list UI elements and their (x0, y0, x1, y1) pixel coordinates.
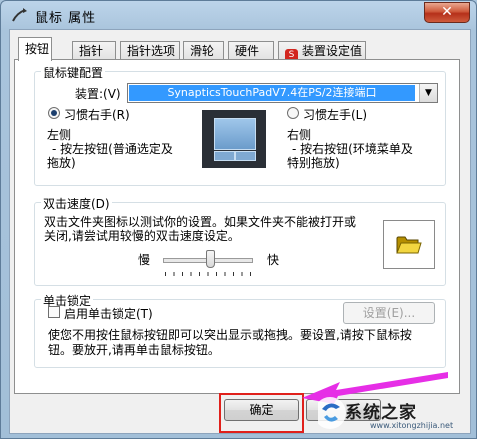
speed-slider-ticks (165, 272, 251, 276)
left-side-desc-2: 拖放) (47, 156, 76, 170)
tab-pointer-options[interactable]: 指针选项 (120, 41, 180, 59)
button-config-title: 鼠标键配置 (41, 64, 106, 81)
close-button[interactable]: ✕ (424, 2, 470, 23)
tab-hardware[interactable]: 硬件 (228, 41, 274, 59)
tab-pointers[interactable]: 指针 (72, 41, 116, 59)
device-dropdown-value: SynapticsTouchPadV7.4在PS/2连接端口 (129, 85, 415, 101)
right-handed-radio[interactable] (48, 107, 60, 119)
click-lock-checkbox[interactable] (48, 306, 60, 318)
device-dropdown[interactable]: SynapticsTouchPadV7.4在PS/2连接端口 ▼ (127, 83, 438, 103)
mouse-pointer-icon (12, 8, 27, 22)
tab-wheel[interactable]: 滑轮 (183, 41, 224, 59)
touchpad-image (202, 110, 266, 168)
annotation-highlight-box (219, 393, 304, 433)
right-side-desc-2: 特别拖放) (287, 156, 340, 170)
tab-buttons[interactable]: 按钮 (18, 37, 52, 61)
double-click-desc-2: 关闭,请尝试用较慢的双击速度设定。 (44, 229, 240, 243)
window-title: 鼠标 属性 (35, 11, 97, 26)
click-lock-desc-2: 钮。要放开,请再单击鼠标按钮。 (48, 343, 220, 357)
folder-icon[interactable] (396, 234, 422, 254)
left-handed-label[interactable]: 习惯左手(L) (303, 106, 367, 123)
slow-label: 慢 (138, 253, 151, 267)
test-folder-area[interactable] (383, 220, 435, 269)
double-click-title: 双击速度(D) (41, 195, 112, 212)
device-label: 装置:(V) (75, 87, 121, 101)
speed-slider-thumb[interactable] (206, 250, 215, 268)
watermark-url: www.xitongzhijia.net (370, 421, 454, 430)
left-handed-radio[interactable] (287, 107, 299, 119)
tab-device-settings[interactable]: S 装置设定值 (278, 41, 366, 62)
chevron-down-icon[interactable]: ▼ (419, 84, 437, 102)
title-bar[interactable]: 鼠标 属性 ✕ (1, 1, 476, 29)
right-handed-label[interactable]: 习惯右手(R) (64, 106, 130, 123)
click-lock-label[interactable]: 启用单击锁定(T) (64, 305, 153, 322)
tab-device-settings-label: 装置设定值 (302, 44, 363, 58)
touchpad-surface (214, 118, 256, 150)
fast-label: 快 (267, 253, 280, 267)
click-lock-settings-button[interactable]: 设置(E)... (343, 302, 435, 324)
watermark-text: 系统之家 (345, 403, 417, 423)
touchpad-right-button (235, 151, 256, 161)
touchpad-left-button (214, 151, 235, 161)
